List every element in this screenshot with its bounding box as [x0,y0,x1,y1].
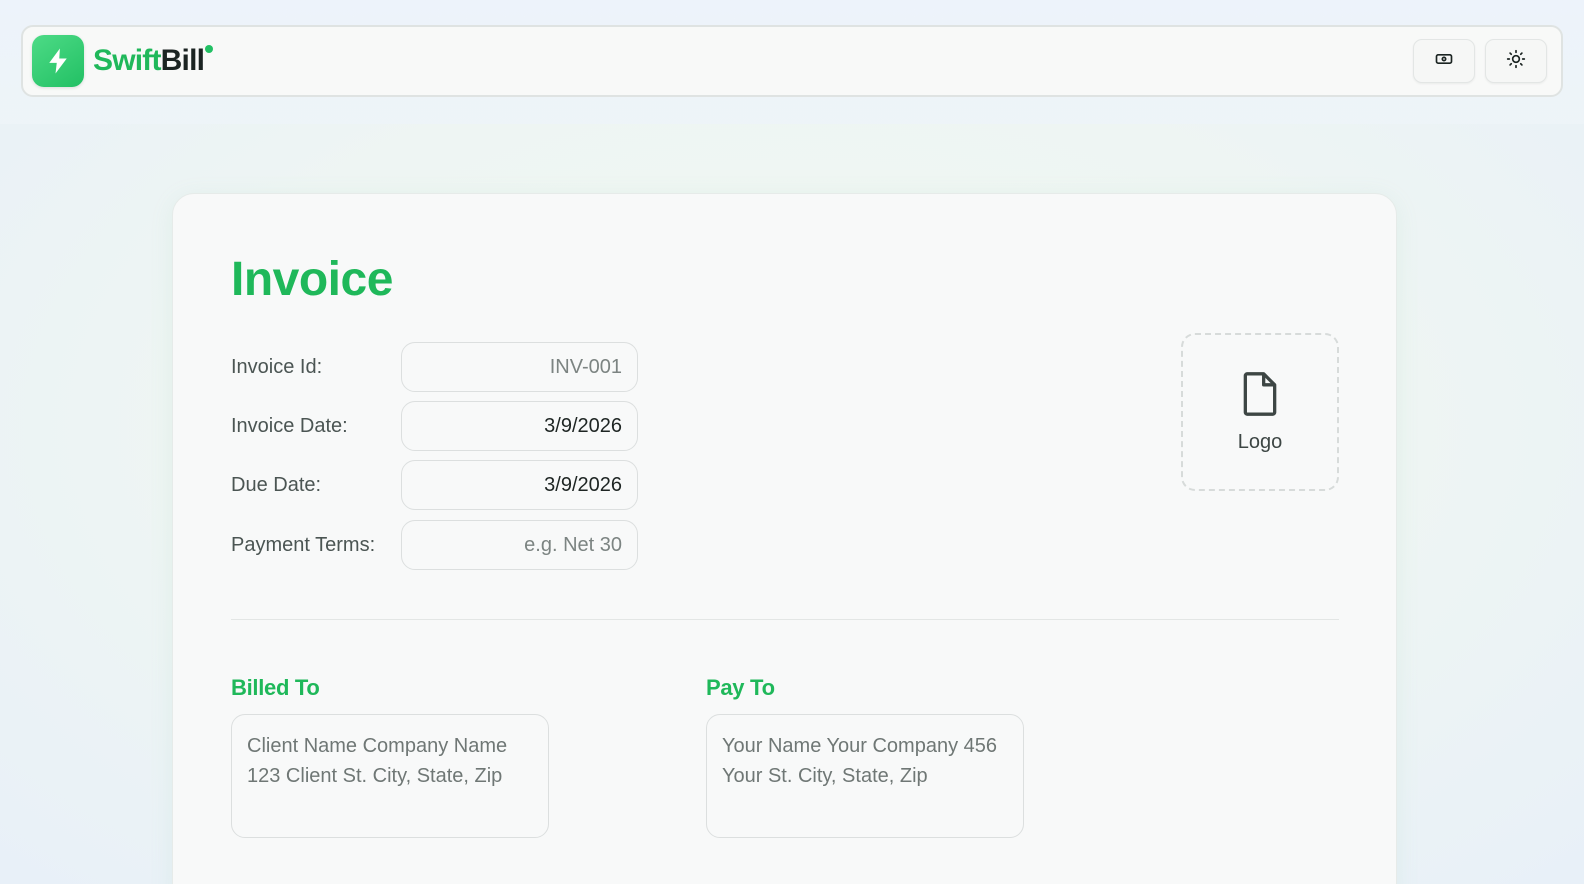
invoice-id-input[interactable] [401,342,638,392]
brand-name-bill: Bill [160,44,205,77]
invoice-date-row: Invoice Date: [231,401,638,451]
brand-dot [205,45,214,53]
invoice-date-input[interactable] [401,401,638,451]
currency-icon [1434,49,1454,74]
header-actions [1413,39,1547,83]
invoice-date-label: Invoice Date: [231,414,348,437]
app-header: SwiftBill [21,25,1563,97]
brand-name: SwiftBill [93,44,214,78]
pay-to-title: Pay To [706,675,775,700]
theme-toggle-button[interactable] [1485,39,1547,83]
file-icon [1238,370,1282,423]
invoice-title: Invoice [231,253,393,306]
sun-icon [1506,49,1526,74]
payment-terms-row: Payment Terms: [231,520,638,570]
due-date-label: Due Date: [231,473,322,496]
logo-label: Logo [1237,431,1283,453]
due-date-input[interactable] [401,460,638,510]
logo-upload[interactable]: Logo [1181,333,1339,491]
due-date-row: Due Date: [231,460,638,510]
lightning-icon [32,35,84,87]
section-divider [231,619,1339,620]
pay-to-textarea[interactable] [706,714,1024,838]
invoice-id-row: Invoice Id: [231,342,638,392]
invoice-card: Invoice Invoice Id: Invoice Date: Due Da… [172,193,1397,884]
invoice-id-label: Invoice Id: [231,355,323,378]
brand-name-swift: Swift [93,44,161,77]
payment-terms-label: Payment Terms: [231,533,376,556]
currency-button[interactable] [1413,39,1475,83]
billed-to-textarea[interactable] [231,714,549,838]
brand[interactable]: SwiftBill [32,35,214,87]
payment-terms-input[interactable] [401,520,638,570]
billed-to-title: Billed To [231,675,320,700]
